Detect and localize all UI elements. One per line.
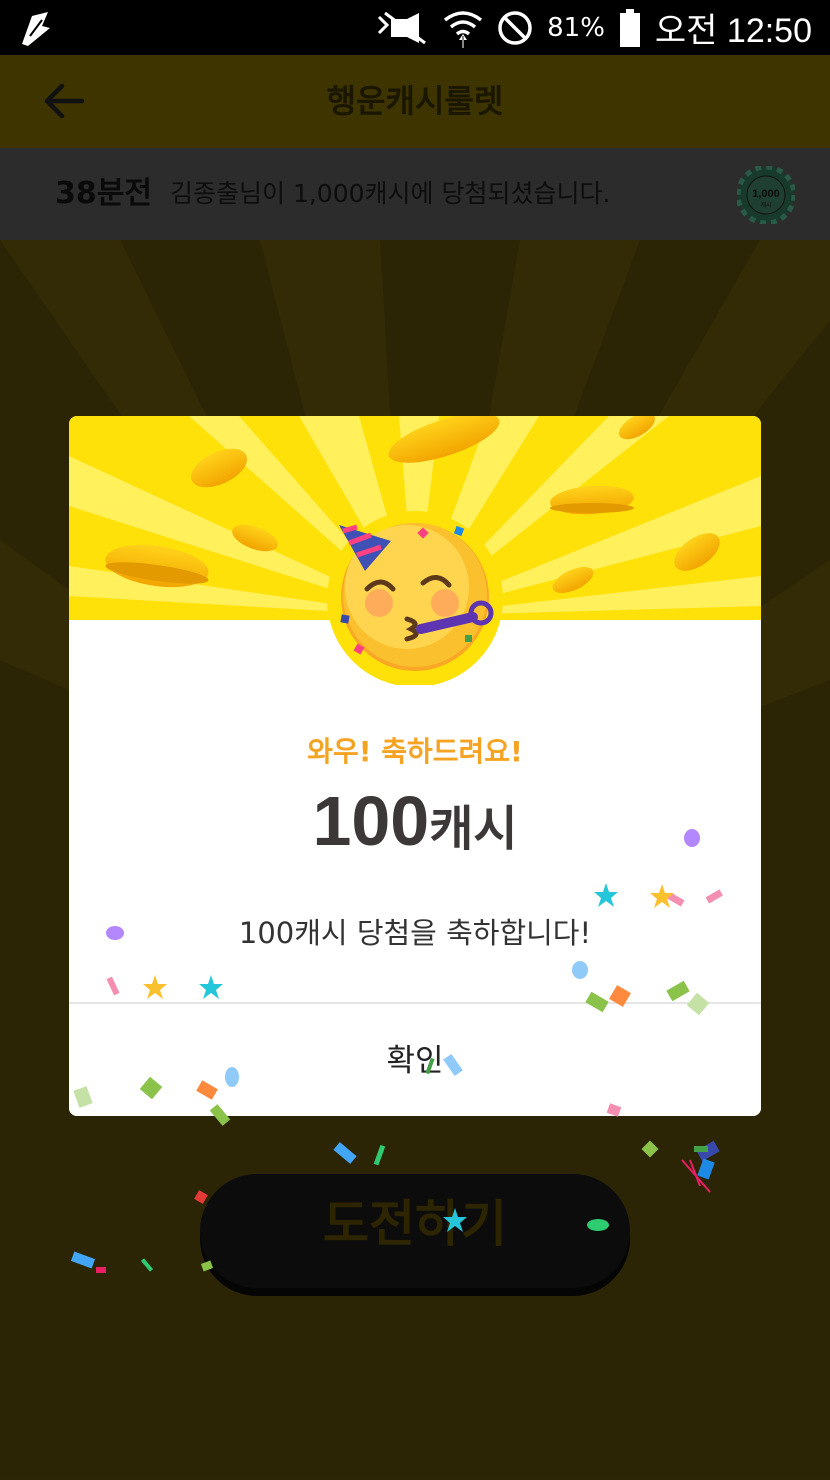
challenge-button[interactable]: 도전하기	[200, 1174, 630, 1288]
do-not-disturb-icon	[498, 10, 532, 45]
ticker-time-ago: 38분전	[55, 176, 152, 211]
badge-unit: 캐시	[760, 201, 771, 209]
mute-icon	[378, 11, 427, 44]
badge-amount: 1,000	[752, 188, 780, 200]
notification-icon	[22, 12, 50, 46]
prize-amount: 100캐시	[69, 781, 761, 861]
clock: 오전 12:50	[654, 12, 812, 50]
winner-ticker: 38분전 김종출님이 1,000캐시에 당첨되셨습니다.	[0, 148, 830, 240]
status-bar: 81% 오전 12:50	[0, 0, 830, 55]
page-title: 행운캐시룰렛	[326, 82, 504, 120]
battery-icon	[619, 8, 640, 47]
wifi-icon	[444, 10, 483, 48]
confirm-button[interactable]: 확인	[69, 1004, 761, 1116]
battery-percent: 81%	[547, 12, 605, 43]
ticker-message: 김종출님이 1,000캐시에 당첨되셨습니다.	[170, 179, 611, 208]
challenge-button-label: 도전하기	[323, 1195, 507, 1253]
prize-amount-number: 100	[312, 782, 430, 860]
congrats-headline: 와우! 축하드려요!	[307, 735, 523, 768]
app-bar: 행운캐시룰렛	[0, 55, 830, 148]
prize-amount-unit: 캐시	[429, 801, 518, 857]
coin-badge-icon: 1,000 캐시	[737, 166, 795, 224]
prize-description: 100캐시 당첨을 축하합니다!	[238, 916, 592, 950]
party-face-icon	[327, 511, 503, 685]
